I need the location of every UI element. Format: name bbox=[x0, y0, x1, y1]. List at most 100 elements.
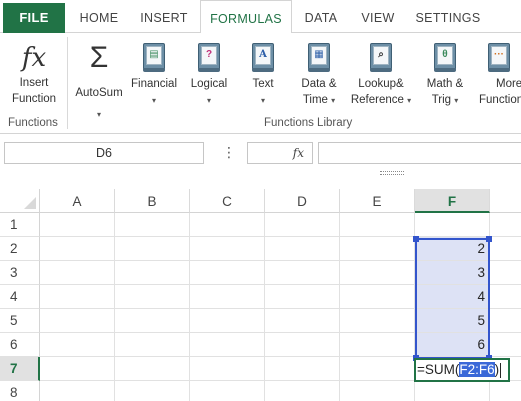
date-time-button[interactable]: ▦ Data & Time ▾ bbox=[294, 43, 344, 109]
cell-d7[interactable] bbox=[265, 357, 340, 381]
cell-a4[interactable] bbox=[40, 285, 115, 309]
cell-a7[interactable] bbox=[40, 357, 115, 381]
cell-a3[interactable] bbox=[40, 261, 115, 285]
tab-view[interactable]: VIEW bbox=[352, 0, 404, 33]
tab-file[interactable]: FILE bbox=[3, 3, 65, 33]
row-header-7[interactable]: 7 bbox=[0, 357, 40, 381]
cell-g6[interactable] bbox=[490, 333, 521, 357]
cell-a2[interactable] bbox=[40, 237, 115, 261]
cell-f8[interactable] bbox=[415, 381, 490, 401]
formula-input[interactable] bbox=[318, 142, 521, 164]
cell-b4[interactable] bbox=[115, 285, 190, 309]
row-header-1[interactable]: 1 bbox=[0, 213, 40, 237]
fx-button[interactable]: fx bbox=[247, 142, 313, 164]
tab-insert[interactable]: INSERT bbox=[132, 0, 196, 33]
cell-e1[interactable] bbox=[340, 213, 415, 237]
cell-c4[interactable] bbox=[190, 285, 265, 309]
financial-button[interactable]: ▤ Financial ▾ bbox=[128, 43, 180, 109]
column-header-d[interactable]: D bbox=[265, 189, 340, 213]
cell-b2[interactable] bbox=[115, 237, 190, 261]
cell-f4[interactable]: 4 bbox=[415, 285, 490, 309]
cell-b1[interactable] bbox=[115, 213, 190, 237]
cell-f7-editor[interactable]: =SUM(F2:F6) bbox=[414, 358, 510, 382]
cell-c1[interactable] bbox=[190, 213, 265, 237]
column-header-e[interactable]: E bbox=[340, 189, 415, 213]
tab-settings[interactable]: SETTINGS bbox=[410, 0, 486, 33]
cell-c8[interactable] bbox=[190, 381, 265, 401]
cell-e7[interactable] bbox=[340, 357, 415, 381]
cell-g1[interactable] bbox=[490, 213, 521, 237]
lookup-label-1: Lookup& bbox=[358, 78, 404, 90]
cell-d2[interactable] bbox=[265, 237, 340, 261]
logical-label: Logical bbox=[190, 78, 228, 90]
cell-g2[interactable] bbox=[490, 237, 521, 261]
row-header-3[interactable]: 3 bbox=[0, 261, 40, 285]
more-functions-button[interactable]: ··· More Functions bbox=[476, 43, 521, 108]
column-header-c[interactable]: C bbox=[190, 189, 265, 213]
cell-d4[interactable] bbox=[265, 285, 340, 309]
text-label: Text bbox=[252, 78, 274, 90]
cell-e8[interactable] bbox=[340, 381, 415, 401]
column-header-a[interactable]: A bbox=[40, 189, 115, 213]
column-header-f[interactable]: F bbox=[415, 189, 490, 213]
cell-g8[interactable] bbox=[490, 381, 521, 401]
more-options-icon[interactable]: ⋮ bbox=[222, 142, 236, 164]
cell-g4[interactable] bbox=[490, 285, 521, 309]
resize-grip-icon[interactable] bbox=[380, 171, 404, 175]
cell-e3[interactable] bbox=[340, 261, 415, 285]
cell-f5[interactable]: 5 bbox=[415, 309, 490, 333]
cell-c3[interactable] bbox=[190, 261, 265, 285]
cell-c2[interactable] bbox=[190, 237, 265, 261]
cell-c7[interactable] bbox=[190, 357, 265, 381]
column-header-g[interactable] bbox=[490, 189, 521, 213]
cell-a1[interactable] bbox=[40, 213, 115, 237]
row-header-4[interactable]: 4 bbox=[0, 285, 40, 309]
cell-c5[interactable] bbox=[190, 309, 265, 333]
cell-b8[interactable] bbox=[115, 381, 190, 401]
text-button[interactable]: A Text ▾ bbox=[242, 43, 284, 109]
cell-e6[interactable] bbox=[340, 333, 415, 357]
cell-c6[interactable] bbox=[190, 333, 265, 357]
row-header-5[interactable]: 5 bbox=[0, 309, 40, 333]
more-label-1: More bbox=[496, 78, 521, 90]
name-box[interactable]: D6 bbox=[4, 142, 204, 164]
tab-formulas[interactable]: FORMULAS bbox=[200, 0, 292, 34]
select-all-corner[interactable] bbox=[0, 189, 40, 213]
cell-f6[interactable]: 6 bbox=[415, 333, 490, 357]
cell-g3[interactable] bbox=[490, 261, 521, 285]
cell-b7[interactable] bbox=[115, 357, 190, 381]
cell-a5[interactable] bbox=[40, 309, 115, 333]
financial-book-icon: ▤ bbox=[141, 43, 167, 73]
cell-f3[interactable]: 3 bbox=[415, 261, 490, 285]
calendar-book-icon: ▦ bbox=[306, 43, 332, 73]
row-header-8[interactable]: 8 bbox=[0, 381, 40, 401]
tab-home[interactable]: HOME bbox=[70, 0, 128, 33]
cell-g5[interactable] bbox=[490, 309, 521, 333]
logical-button[interactable]: ? Logical ▾ bbox=[186, 43, 232, 109]
cell-d5[interactable] bbox=[265, 309, 340, 333]
column-header-b[interactable]: B bbox=[115, 189, 190, 213]
tab-data[interactable]: DATA bbox=[296, 0, 346, 33]
cell-a6[interactable] bbox=[40, 333, 115, 357]
cell-b3[interactable] bbox=[115, 261, 190, 285]
cell-b6[interactable] bbox=[115, 333, 190, 357]
cell-e2[interactable] bbox=[340, 237, 415, 261]
insert-function-button[interactable]: fx Insert Function bbox=[6, 41, 62, 107]
lookup-reference-button[interactable]: ⌕ Lookup& Reference ▾ bbox=[348, 43, 414, 109]
cell-e5[interactable] bbox=[340, 309, 415, 333]
cell-d6[interactable] bbox=[265, 333, 340, 357]
row-header-2[interactable]: 2 bbox=[0, 237, 40, 261]
cell-a8[interactable] bbox=[40, 381, 115, 401]
formula-suffix: ) bbox=[494, 362, 500, 377]
cell-f2[interactable]: 2 bbox=[415, 237, 490, 261]
row-header-6[interactable]: 6 bbox=[0, 333, 40, 357]
cell-d1[interactable] bbox=[265, 213, 340, 237]
cell-f1[interactable] bbox=[415, 213, 490, 237]
cell-b5[interactable] bbox=[115, 309, 190, 333]
math-trig-button[interactable]: θ Math & Trig ▾ bbox=[420, 43, 470, 109]
cell-d3[interactable] bbox=[265, 261, 340, 285]
math-book-icon: θ bbox=[432, 43, 458, 73]
cell-e4[interactable] bbox=[340, 285, 415, 309]
cell-d8[interactable] bbox=[265, 381, 340, 401]
autosum-button[interactable]: Σ AutoSum ▾ bbox=[72, 41, 126, 123]
